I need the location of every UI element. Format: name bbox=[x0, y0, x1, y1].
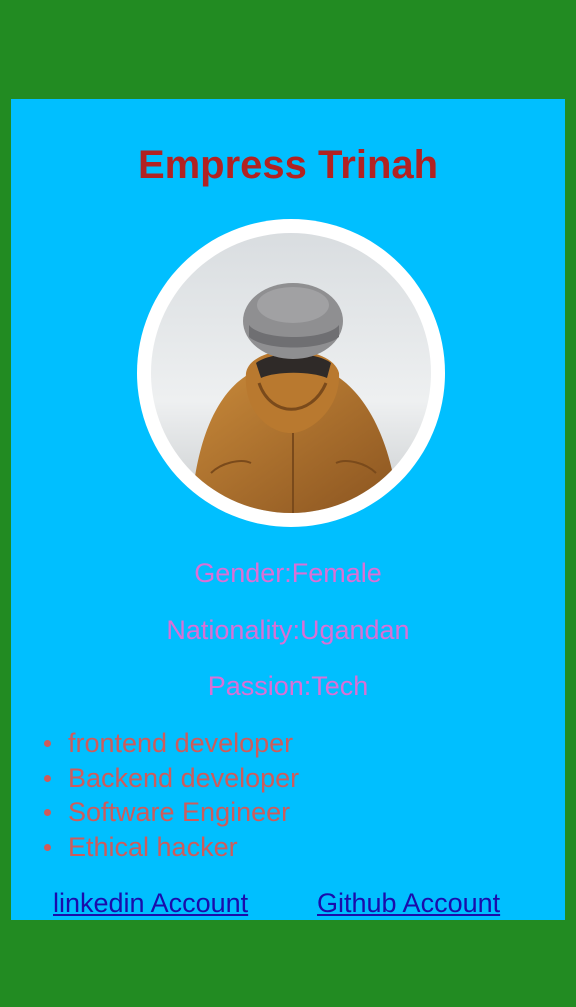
nationality-text: Nationality:Ugandan bbox=[166, 615, 410, 645]
skills-list: frontend developer Backend developer Sof… bbox=[44, 726, 300, 865]
profile-name: Empress Trinah bbox=[137, 143, 439, 187]
bullet-icon bbox=[44, 843, 51, 851]
avatar bbox=[151, 233, 431, 513]
person-back-beanie-photo-icon bbox=[151, 233, 431, 513]
skill-label: Software Engineer bbox=[68, 797, 291, 827]
bullet-icon bbox=[44, 809, 51, 816]
github-link[interactable]: Github Account bbox=[317, 885, 500, 921]
list-item: Software Engineer bbox=[44, 795, 299, 830]
skill-label: Backend developer bbox=[68, 762, 300, 793]
bullet-icon bbox=[44, 740, 51, 747]
gender-text: Gender:Female bbox=[194, 558, 382, 588]
linkedin-link[interactable]: linkedin Account bbox=[53, 885, 248, 921]
list-item: Ethical hacker bbox=[44, 830, 299, 865]
passion-text: Passion:Tech bbox=[207, 671, 369, 701]
list-item: Backend developer bbox=[44, 761, 300, 796]
avatar-frame bbox=[137, 219, 445, 527]
list-item: frontend developer bbox=[44, 726, 299, 761]
skill-label: frontend developer bbox=[68, 728, 294, 758]
skill-label: Ethical hacker bbox=[68, 831, 238, 862]
bullet-icon bbox=[44, 774, 51, 782]
